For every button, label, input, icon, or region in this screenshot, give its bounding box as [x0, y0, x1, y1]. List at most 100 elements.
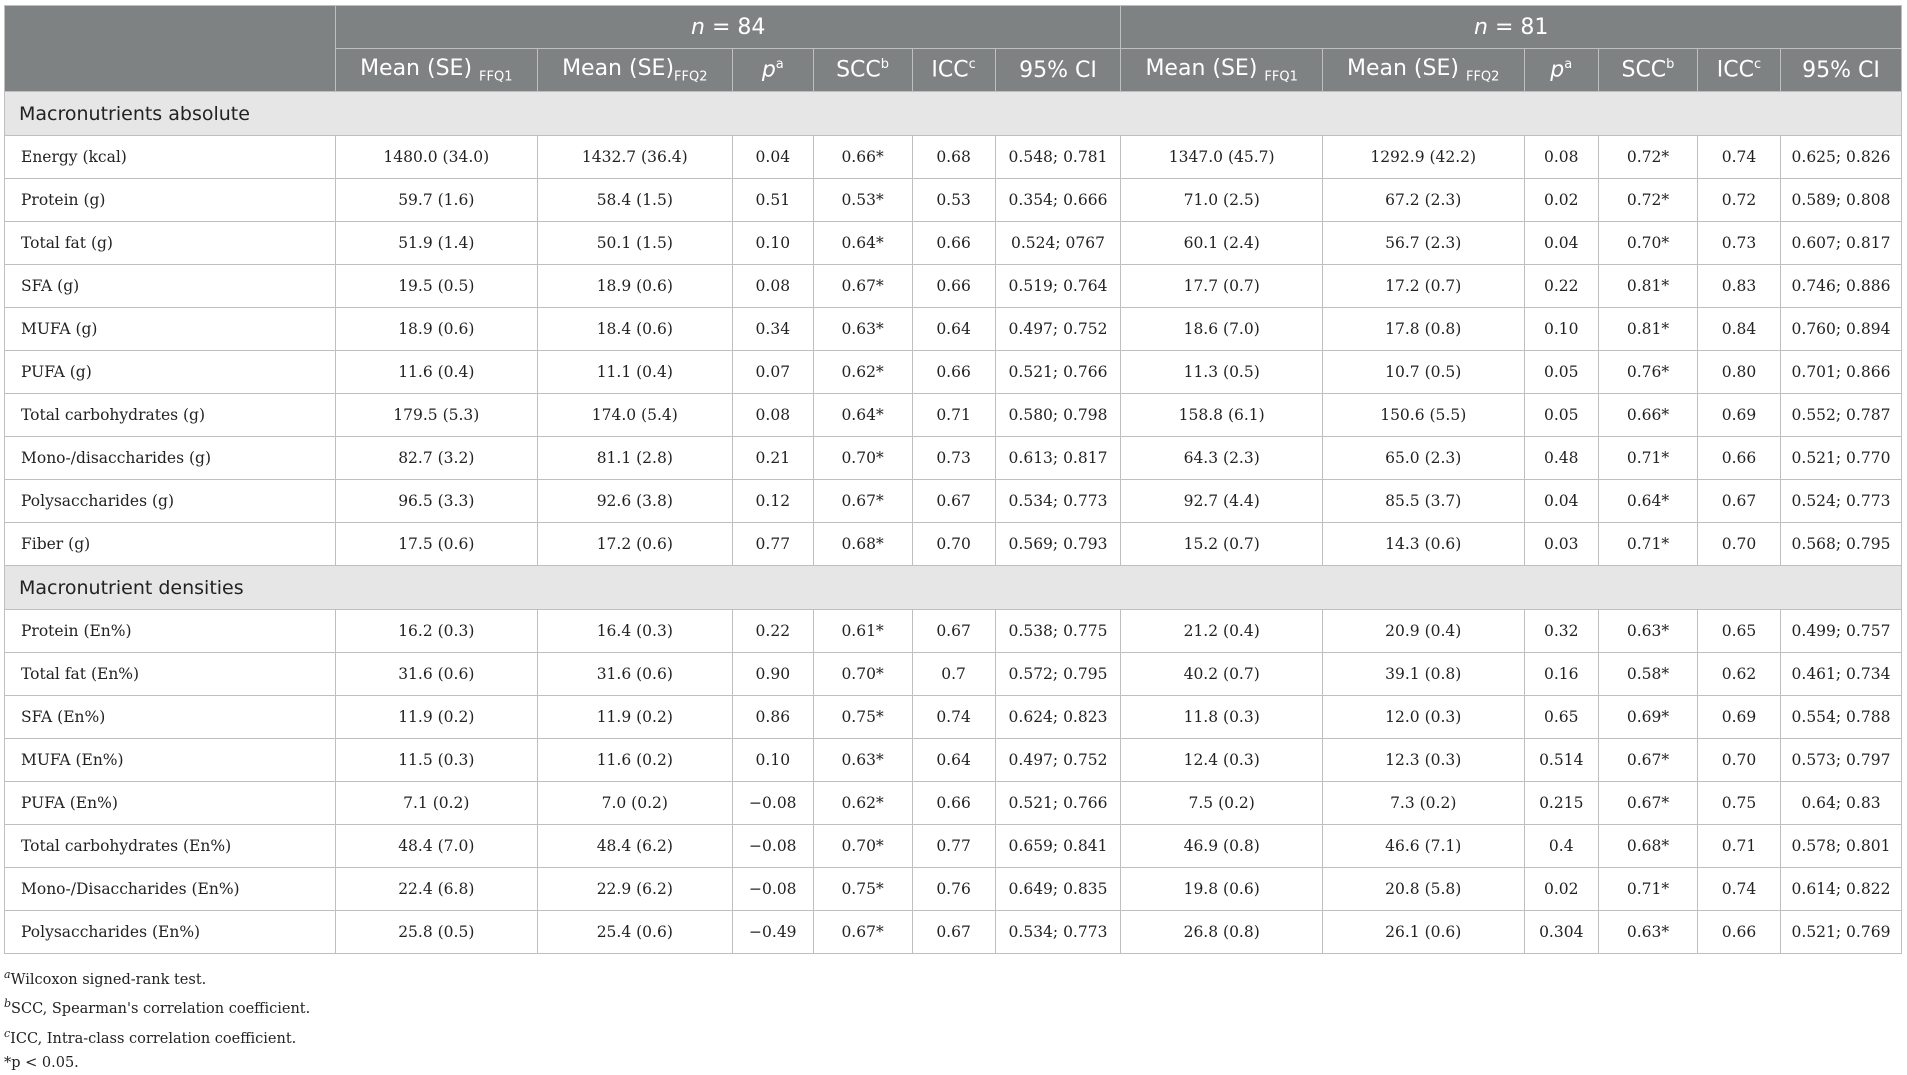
- table-row: PUFA (g) 11.6 (0.4) 11.1 (0.4) 0.07 0.62* 0.6…: [3, 350, 1903, 394]
- table-cell: 0.63*: [1598, 609, 1698, 653]
- table-cell: 0.461; 0.734: [1779, 652, 1903, 696]
- table-cell: 0.04: [1523, 479, 1599, 523]
- table-cell: 0.67*: [812, 479, 913, 523]
- table-row: Total carbohydrates (g) 179.5 (5.3) 174.0 …: [3, 393, 1903, 437]
- table-cell: 0.701; 0.866: [1779, 350, 1903, 394]
- table-cell: 0.90: [732, 652, 814, 696]
- row-label: Total fat (g): [3, 221, 337, 265]
- table-row: PUFA (En%) 7.1 (0.2) 7.0 (0.2) −0.08 0.62* 0.…: [3, 781, 1903, 825]
- table-cell: 0.76*: [1598, 350, 1698, 394]
- table-cell: 81.1 (2.8): [536, 436, 734, 480]
- table-cell: 0.71*: [1598, 436, 1698, 480]
- table-cell: −0.08: [732, 824, 814, 868]
- table-cell: 1480.0 (34.0): [335, 135, 538, 179]
- table-cell: 0.67: [911, 609, 996, 653]
- table-cell: 0.497; 0.752: [994, 738, 1122, 782]
- section-header-row: Macronutrients absolute: [4, 91, 1902, 136]
- table-row: MUFA (En%) 11.5 (0.3) 11.6 (0.2) 0.10 0.63* 0…: [3, 738, 1903, 782]
- table-cell: 10.7 (0.5): [1321, 350, 1525, 394]
- column-header-label: p: [761, 57, 776, 83]
- table-cell: 0.07: [732, 350, 814, 394]
- table-cell: 0.71*: [1598, 867, 1698, 911]
- table-cell: 0.48: [1523, 436, 1599, 480]
- table-cell: 0.67: [911, 910, 996, 954]
- table-cell: 0.568; 0.795: [1779, 522, 1903, 566]
- footnote-text: Wilcoxon signed-rank test.: [10, 971, 207, 988]
- table-cell: 0.62*: [812, 350, 913, 394]
- footnote: *p < 0.05.: [4, 1051, 310, 1075]
- table-cell: 0.08: [732, 264, 814, 308]
- table-cell: 31.6 (0.6): [536, 652, 734, 696]
- row-label: Total carbohydrates (En%): [3, 824, 337, 868]
- row-label: SFA (g): [3, 264, 337, 308]
- table-cell: 0.613; 0.817: [994, 436, 1122, 480]
- table-cell: 0.519; 0.764: [994, 264, 1122, 308]
- table-cell: 0.04: [1523, 221, 1599, 265]
- table-cell: 0.534; 0.773: [994, 479, 1122, 523]
- table-cell: 0.625; 0.826: [1779, 135, 1903, 179]
- table-cell: 21.2 (0.4): [1120, 609, 1323, 653]
- table-cell: 0.86: [732, 695, 814, 739]
- table-cell: 0.76: [911, 867, 996, 911]
- table-cell: 64.3 (2.3): [1120, 436, 1323, 480]
- table-cell: 0.554; 0.788: [1779, 695, 1903, 739]
- row-label: Polysaccharides (g): [3, 479, 337, 523]
- group-header-row: n = 84 n = 81: [3, 5, 1902, 92]
- table-cell: 0.649; 0.835: [994, 867, 1122, 911]
- table-cell: 0.66*: [812, 135, 913, 179]
- table-cell: 46.6 (7.1): [1321, 824, 1525, 868]
- table-cell: 0.34: [732, 307, 814, 351]
- table-cell: 0.573; 0.797: [1779, 738, 1903, 782]
- footnote-text: ICC, Intra-class correlation coefficient…: [10, 1030, 297, 1047]
- table-row: Polysaccharides (En%) 25.8 (0.5) 25.4 (0.6…: [3, 910, 1903, 954]
- table-cell: 0.614; 0.822: [1779, 867, 1903, 911]
- column-header-subscript: FFQ2: [1465, 69, 1500, 85]
- table-cell: 0.67*: [812, 910, 913, 954]
- table-cell: 0.304: [1523, 910, 1599, 954]
- column-header: SCCb: [1598, 48, 1698, 92]
- column-header: SCCb: [812, 48, 913, 92]
- column-header-superscript: c: [968, 57, 976, 73]
- table-cell: 0.64*: [1598, 479, 1698, 523]
- table-cell: 0.75*: [812, 867, 913, 911]
- table-cell: 0.10: [732, 738, 814, 782]
- table-cell: 0.66: [1696, 910, 1781, 954]
- table-cell: 0.72*: [1598, 178, 1698, 222]
- table-cell: 12.3 (0.3): [1321, 738, 1525, 782]
- table-cell: 0.589; 0.808: [1779, 178, 1903, 222]
- table-cell: 0.215: [1523, 781, 1599, 825]
- footnote-mark: b: [4, 997, 12, 1011]
- table-cell: 179.5 (5.3): [335, 393, 538, 437]
- row-label: MUFA (g): [3, 307, 337, 351]
- table-cell: 56.7 (2.3): [1321, 221, 1525, 265]
- table-cell: 12.0 (0.3): [1321, 695, 1525, 739]
- table-cell: 0.74: [911, 695, 996, 739]
- table-cell: 22.4 (6.8): [335, 867, 538, 911]
- column-header-subscript: FFQ1: [479, 69, 513, 85]
- table-cell: 82.7 (3.2): [335, 436, 538, 480]
- table-cell: 0.04: [732, 135, 814, 179]
- table-cell: 0.569; 0.793: [994, 522, 1122, 566]
- table-cell: 0.62*: [812, 781, 913, 825]
- table-cell: 0.83: [1696, 264, 1781, 308]
- table-cell: 50.1 (1.5): [536, 221, 734, 265]
- table-cell: 0.746; 0.886: [1779, 264, 1903, 308]
- table-cell: 0.64*: [812, 221, 913, 265]
- table-cell: 0.53: [911, 178, 996, 222]
- table-cell: 11.9 (0.2): [335, 695, 538, 739]
- table-cell: 0.05: [1523, 393, 1599, 437]
- column-header-label: Mean (SE): [360, 55, 480, 81]
- column-header-label: SCC: [1621, 57, 1667, 83]
- table-cell: 0.71: [911, 393, 996, 437]
- column-header: pa: [1523, 48, 1599, 92]
- column-header-subscript: FFQ1: [1264, 69, 1298, 85]
- table-cell: 59.7 (1.6): [335, 178, 538, 222]
- table-cell: 0.66: [1696, 436, 1781, 480]
- table-row: Total fat (En%) 31.6 (0.6) 31.6 (0.6) 0.90 0…: [3, 652, 1903, 696]
- table-cell: 0.70: [1696, 738, 1781, 782]
- table-cell: 0.70: [1696, 522, 1781, 566]
- table-cell: 0.75: [1696, 781, 1781, 825]
- column-header-label: SCC: [836, 57, 881, 83]
- table-cell: 0.10: [1523, 307, 1599, 351]
- table-cell: 20.9 (0.4): [1321, 609, 1525, 653]
